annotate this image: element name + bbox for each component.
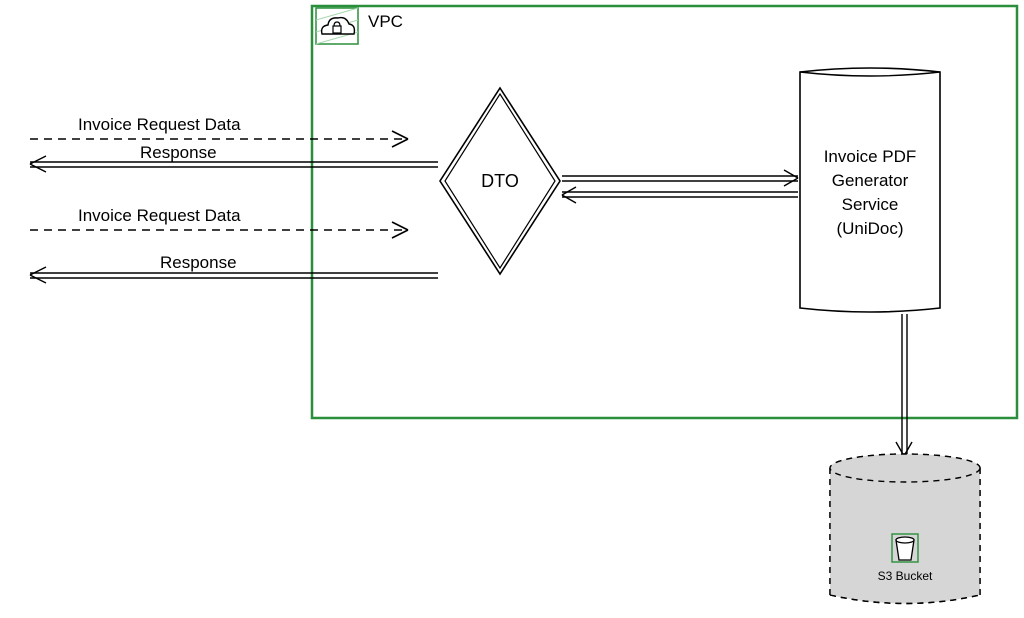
response-label-1: Response [140, 143, 217, 162]
service-line4: (UniDoc) [836, 219, 903, 238]
service-to-s3-arrow [896, 314, 912, 456]
response-label-2: Response [160, 253, 237, 272]
request-label-2: Invoice Request Data [78, 206, 241, 225]
service-line2: Generator [832, 171, 909, 190]
vpc-label: VPC [368, 12, 403, 31]
vpc-icon [316, 8, 358, 44]
dto-label: DTO [481, 171, 519, 191]
dto-service-arrow [562, 170, 798, 203]
request-label-1: Invoice Request Data [78, 115, 241, 134]
service-box [800, 68, 940, 312]
service-line3: Service [842, 195, 899, 214]
service-line1: Invoice PDF [824, 147, 917, 166]
architecture-diagram: VPC DTO Invoice PDF Generator Service (U… [0, 0, 1024, 618]
s3-label: S3 Bucket [878, 569, 933, 583]
response-arrow-1 [30, 156, 438, 172]
